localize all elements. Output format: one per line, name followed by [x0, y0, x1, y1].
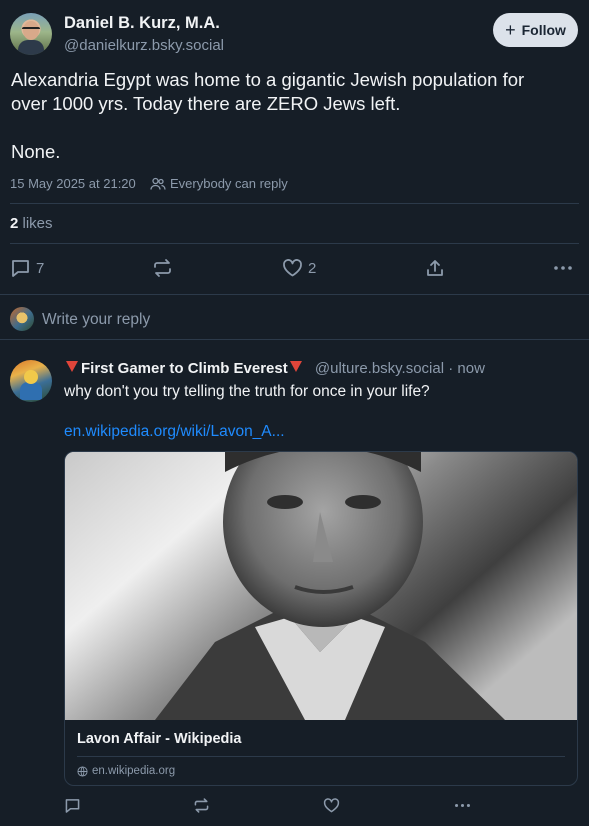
post-timestamp[interactable]: 15 May 2025 at 21:20 [10, 176, 136, 191]
reply-text: why don't you try telling the truth for … [64, 383, 430, 400]
author-avatar[interactable] [10, 13, 52, 55]
reply-more-options-button[interactable] [454, 797, 471, 814]
share-button[interactable] [425, 258, 445, 278]
link-preview-domain: en.wikipedia.org [77, 765, 175, 777]
reply-icon [65, 799, 80, 813]
post-text: Alexandria Egypt was home to a gigantic … [11, 68, 581, 164]
divider [0, 294, 589, 295]
likes-number: 2 [10, 215, 19, 232]
follow-label: Follow [521, 22, 566, 38]
reply-author-name[interactable]: First Gamer to Climb Everest [81, 360, 288, 377]
post-text-line: Alexandria Egypt was home to a gigantic … [11, 69, 525, 90]
like-button[interactable]: 2 [282, 258, 316, 278]
more-options-button[interactable] [553, 258, 573, 278]
repost-icon [154, 259, 171, 277]
link-preview-domain-text: en.wikipedia.org [92, 765, 176, 777]
divider [10, 243, 579, 244]
reply-author-avatar[interactable] [10, 360, 52, 402]
reply-setting-label: Everybody can reply [170, 176, 288, 191]
my-avatar [10, 307, 34, 331]
reply-link[interactable]: en.wikipedia.org/wiki/Lavon_A... [64, 423, 285, 441]
repost-icon [194, 798, 209, 813]
author-handle[interactable]: @danielkurz.bsky.social [64, 37, 224, 54]
likes-count[interactable]: 2 likes [10, 215, 53, 232]
reply-button[interactable]: 7 [10, 258, 44, 278]
more-icon [455, 803, 470, 808]
follow-button[interactable]: + Follow [493, 13, 578, 47]
red-triangle-icon [66, 361, 78, 372]
link-preview-image [65, 452, 577, 720]
more-icon [554, 266, 572, 270]
reply-count: 7 [36, 259, 45, 277]
reply-header: First Gamer to Climb Everest @ulture.bsk… [64, 360, 485, 377]
link-preview-title: Lavon Affair - Wikipedia [77, 731, 242, 747]
globe-icon [77, 765, 88, 777]
post-text-line: over 1000 yrs. Today there are ZERO Jews… [11, 93, 401, 114]
reply-time[interactable]: now [457, 360, 485, 377]
share-icon [427, 260, 443, 276]
author-name[interactable]: Daniel B. Kurz, M.A. [64, 14, 220, 33]
reply-setting: Everybody can reply [150, 176, 288, 191]
people-icon [150, 177, 166, 190]
red-triangle-icon [289, 361, 302, 372]
post-text-line: None. [11, 141, 61, 162]
divider [0, 339, 589, 340]
likes-label: likes [22, 215, 53, 232]
heart-icon [323, 798, 340, 813]
reply-reply-button[interactable] [64, 797, 81, 814]
reply-composer-input[interactable]: Write your reply [42, 311, 150, 329]
reply-author-handle[interactable]: @ulture.bsky.social [315, 360, 444, 377]
plus-icon: + [505, 19, 516, 40]
card-divider [77, 756, 565, 757]
reply-like-button[interactable] [323, 797, 340, 814]
like-count: 2 [308, 259, 317, 277]
reply-separator: · [448, 360, 454, 377]
divider [10, 203, 579, 204]
repost-button[interactable] [152, 258, 173, 278]
reply-icon [12, 260, 29, 277]
link-preview-card[interactable]: Lavon Affair - Wikipedia en.wikipedia.or… [64, 451, 578, 786]
reply-repost-button[interactable] [193, 797, 210, 814]
heart-icon [283, 259, 302, 277]
